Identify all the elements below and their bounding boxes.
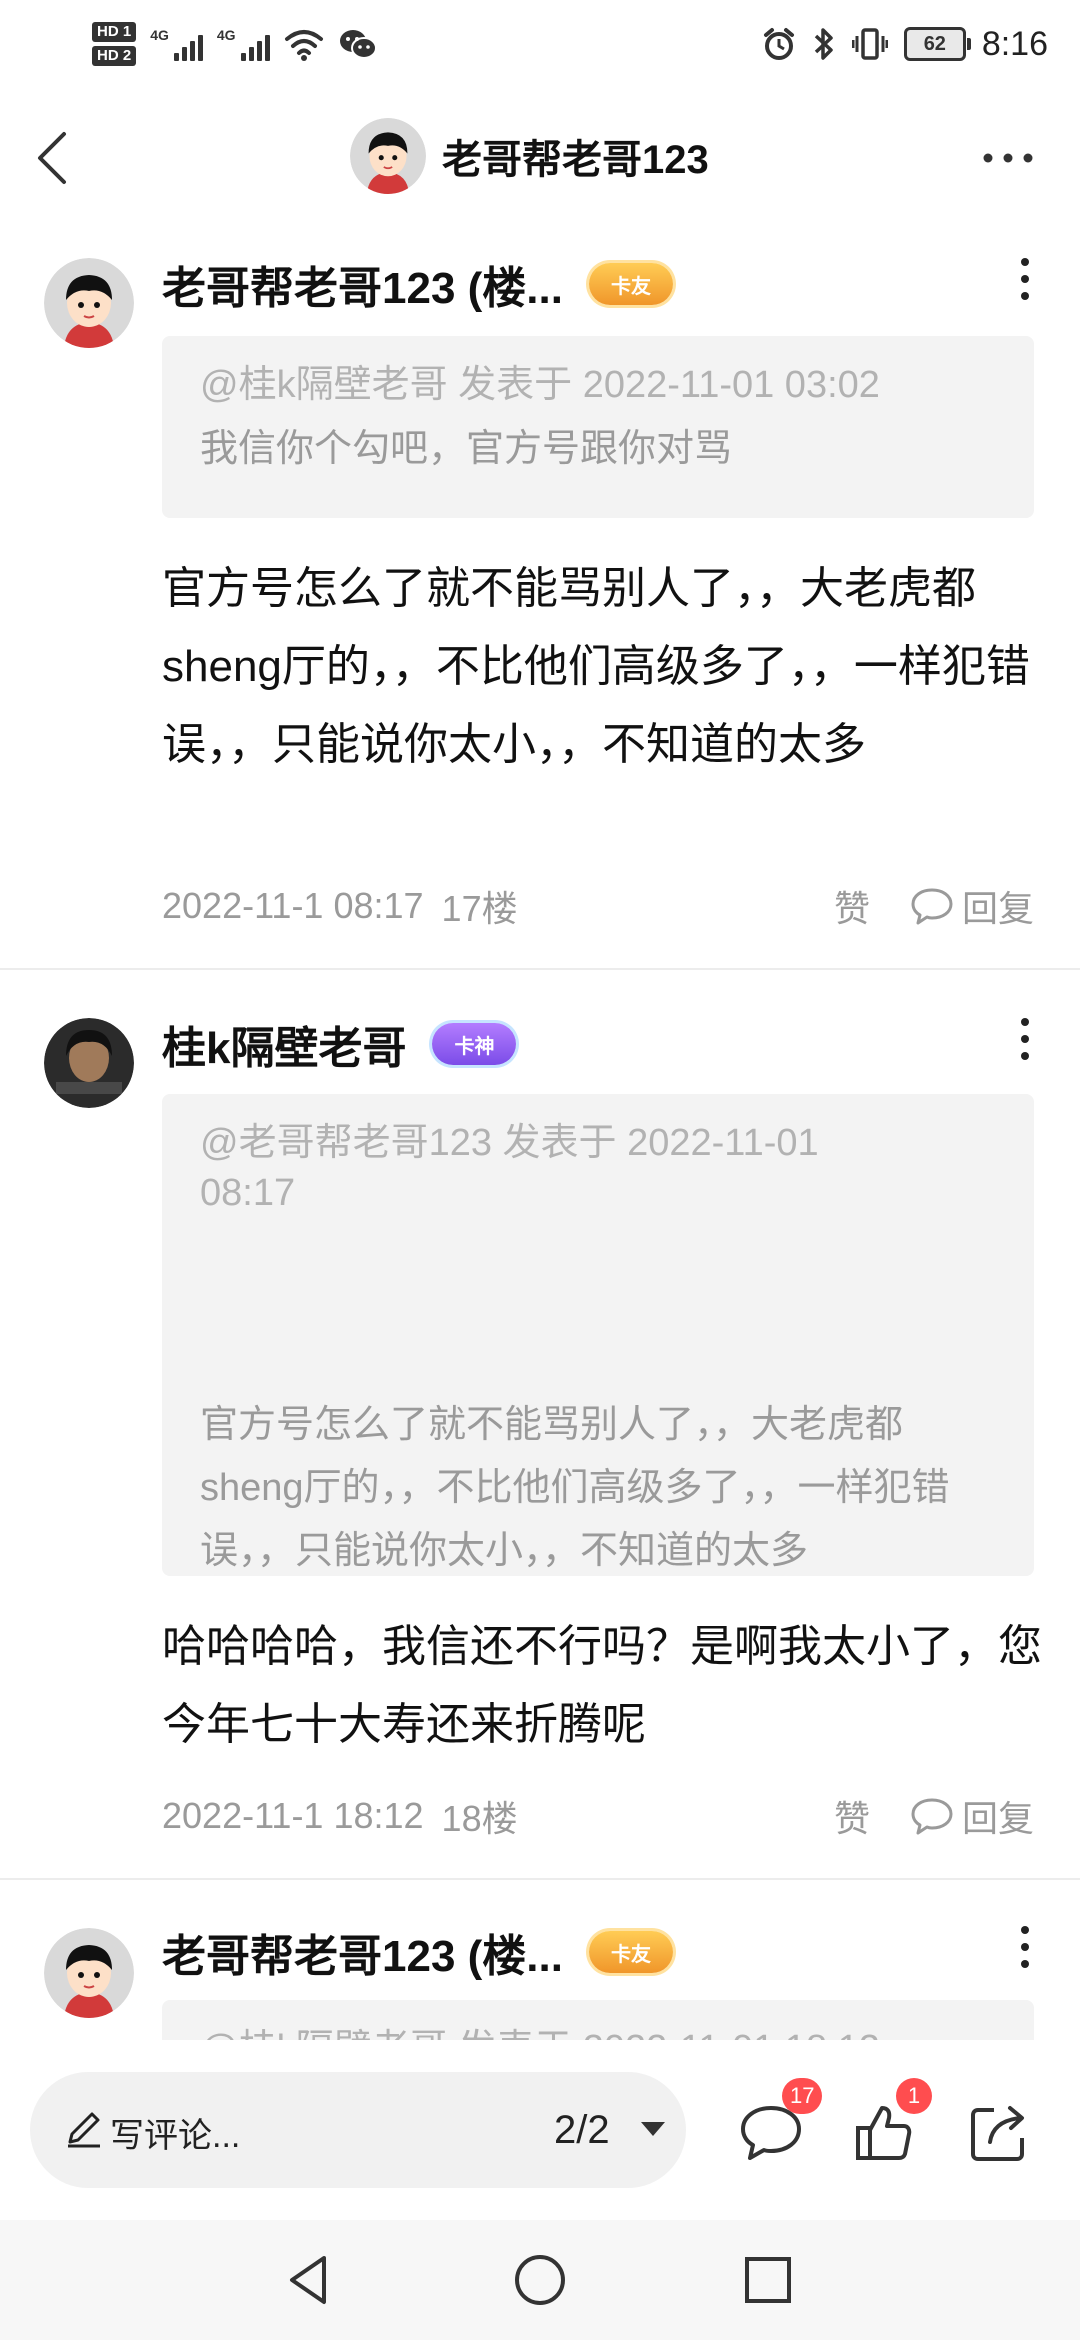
floor-number: 17楼	[441, 888, 518, 929]
avatar[interactable]	[44, 1018, 134, 1113]
comment-count-button[interactable]: 17	[736, 2078, 823, 2168]
status-right: 62 8:16	[762, 14, 1048, 74]
author-avatar[interactable]	[44, 1018, 134, 1108]
system-nav-bar	[0, 2220, 1080, 2340]
author-name[interactable]: 老哥帮老哥123 (楼...	[162, 252, 563, 316]
network-type-1: 4G	[150, 27, 169, 43]
vibrate-icon	[851, 28, 888, 60]
like-count-button[interactable]: 1	[850, 2078, 932, 2168]
floor-number: 18楼	[441, 1798, 518, 1839]
author-avatar[interactable]	[350, 118, 426, 194]
author-row: 桂k隔壁老哥 卡神	[162, 1012, 517, 1076]
nav-home-icon[interactable]	[510, 2250, 570, 2310]
like-count-badge: 1	[896, 2078, 932, 2114]
nav-recent-icon[interactable]	[738, 2250, 798, 2310]
signal-icon: 4G	[150, 27, 203, 61]
level-badge: 卡友	[588, 263, 673, 305]
divider	[0, 968, 1080, 970]
comment-item: 老哥帮老哥123 (楼... 卡友 @桂k隔壁老哥 发表于 2022-11-01…	[0, 1920, 1080, 2040]
header-center[interactable]: 老哥帮老哥123	[350, 118, 709, 194]
battery-icon: 62	[903, 27, 971, 61]
post-more-icon[interactable]	[1010, 254, 1040, 304]
comment-time: 2022-11-1 18:12	[162, 1795, 424, 1836]
comment-meta: 2022-11-1 08:17 17楼 赞 回复	[162, 878, 1034, 934]
author-row: 老哥帮老哥123 (楼... 卡友	[162, 254, 673, 314]
comment-count-badge: 17	[782, 2078, 823, 2114]
quote-header: @桂k隔壁老哥 发表于 2022-11-01 03:02	[200, 364, 880, 406]
comment-placeholder: 写评论...	[110, 2117, 241, 2155]
level-badge: 卡神	[432, 1023, 517, 1065]
alarm-icon	[763, 28, 794, 60]
battery-level: 62	[923, 32, 946, 55]
avatar[interactable]	[44, 1928, 134, 2023]
quote-header: @老哥帮老哥123 发表于 2022-11-01 08:17	[200, 1122, 819, 1214]
author-name[interactable]: 老哥帮老哥123 (楼...	[162, 1920, 563, 1984]
comment-item: 桂k隔壁老哥 卡神 @老哥帮老哥123 发表于 2022-11-01 08:17…	[0, 1010, 1080, 1880]
back-icon[interactable]	[28, 128, 88, 188]
dropdown-icon[interactable]	[638, 2118, 668, 2140]
quoted-comment[interactable]: @桂k隔壁老哥 发表于 2022-11-01 03:02 我信你个勾吧，官方号跟…	[162, 336, 1034, 518]
share-button[interactable]	[964, 2098, 1034, 2168]
divider	[0, 1878, 1080, 1880]
quoted-comment[interactable]: @老哥帮老哥123 发表于 2022-11-01 08:17 官方号怎么了就不能…	[162, 1094, 1034, 1576]
nav-back-icon[interactable]	[280, 2250, 340, 2310]
bluetooth-icon	[814, 28, 833, 60]
wifi-icon	[284, 30, 323, 61]
status-time: 8:16	[981, 24, 1048, 63]
share-icon	[971, 2106, 1024, 2161]
quote-body: 我信你个勾吧，官方号跟你对骂	[200, 428, 733, 470]
status-bar: HD 1 HD 2 4G 4G 62 8:16	[0, 0, 1080, 90]
reply-icon	[911, 888, 953, 925]
reply-icon	[911, 1798, 953, 1835]
reply-label: 回复	[961, 888, 1034, 929]
quote-header: @桂k隔壁老哥 发表于 2022-11-01 18:12	[200, 2024, 996, 2040]
status-left: HD 1 HD 2 4G 4G	[92, 14, 378, 74]
page-indicator[interactable]: 2/2	[554, 2108, 610, 2153]
comment-text: 官方号怎么了就不能骂别人了，，大老虎都sheng厅的，，不比他们高级多了，，一样…	[162, 564, 1030, 769]
like-button[interactable]: 赞	[834, 880, 870, 932]
more-icon[interactable]	[978, 138, 1038, 178]
sim2-label: HD 2	[92, 46, 137, 66]
author-avatar[interactable]	[44, 258, 134, 348]
post-more-icon[interactable]	[1010, 1014, 1040, 1064]
network-type-2: 4G	[216, 27, 236, 43]
bottom-action-bar: 写评论... 2/2 17 1	[0, 2040, 1080, 2220]
signal-icon: 4G	[217, 27, 270, 61]
quoted-comment[interactable]: @桂k隔壁老哥 发表于 2022-11-01 18:12	[162, 2000, 1034, 2040]
author-name[interactable]: 桂k隔壁老哥	[162, 1012, 406, 1076]
wechat-icon	[339, 30, 377, 59]
comment-item: 老哥帮老哥123 (楼... 卡友 @桂k隔壁老哥 发表于 2022-11-01…	[0, 250, 1080, 970]
avatar[interactable]	[44, 258, 134, 353]
page-title: 老哥帮老哥123	[442, 138, 709, 182]
sim-labels: HD 1 HD 2	[92, 22, 137, 66]
author-avatar[interactable]	[44, 1928, 134, 2018]
like-button[interactable]: 赞	[834, 1790, 870, 1842]
quote-body: 官方号怎么了就不能骂别人了，，大老虎都sheng厅的，，不比他们高级多了，，一样…	[200, 1404, 950, 1572]
header: 老哥帮老哥123	[0, 110, 1080, 206]
pencil-icon	[68, 2112, 100, 2148]
comment-time: 2022-11-1 08:17	[162, 885, 424, 926]
comment-text: 哈哈哈哈，我信还不行吗？是啊我太小了，您今年七十大寿还来折腾呢	[162, 1622, 1042, 1749]
reply-button[interactable]: 回复	[910, 1790, 1034, 1842]
reply-button[interactable]: 回复	[910, 880, 1034, 932]
comment-input[interactable]: 写评论... 2/2	[30, 2072, 686, 2188]
level-badge: 卡友	[588, 1931, 673, 1973]
reply-label: 回复	[961, 1798, 1034, 1839]
comment-meta: 2022-11-1 18:12 18楼 赞 回复	[162, 1788, 1034, 1844]
author-row: 老哥帮老哥123 (楼... 卡友	[162, 1922, 673, 1982]
sim1-label: HD 1	[92, 22, 137, 42]
post-more-icon[interactable]	[1010, 1922, 1040, 1972]
